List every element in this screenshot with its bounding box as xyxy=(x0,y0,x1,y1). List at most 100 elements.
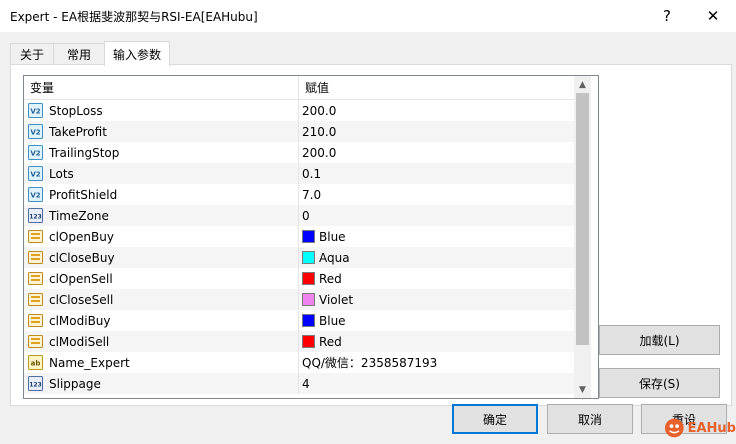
tab-inputs[interactable]: 输入参数 xyxy=(104,41,170,66)
color-value-icon xyxy=(28,271,43,286)
eahub-logo-icon xyxy=(664,418,684,438)
table-row[interactable]: 123 TimeZone 0 xyxy=(24,205,574,226)
parameter-value-cell[interactable]: Red xyxy=(299,331,574,352)
tab-about[interactable]: 关于 xyxy=(10,43,54,65)
svg-text:ab: ab xyxy=(31,360,41,368)
parameter-value-cell[interactable]: 200.0 xyxy=(299,100,574,121)
parameter-value-cell[interactable]: QQ/微信：2358587193 xyxy=(299,352,574,373)
parameter-value: 4 xyxy=(302,376,310,391)
parameter-name: clCloseBuy xyxy=(49,250,115,265)
parameter-name: clOpenSell xyxy=(49,271,113,286)
color-swatch xyxy=(302,230,315,243)
parameter-name-cell[interactable]: 123 Slippage xyxy=(24,373,298,394)
parameter-value: 210.0 xyxy=(302,124,337,139)
parameter-name: TimeZone xyxy=(49,208,109,223)
column-header-variable[interactable]: 变量 xyxy=(24,76,54,100)
table-row[interactable]: clCloseBuy Aqua xyxy=(24,247,574,268)
parameter-name-cell[interactable]: V2 ProfitShield xyxy=(24,184,298,205)
cancel-button[interactable]: 取消 xyxy=(547,404,633,434)
parameter-name: Name_Expert xyxy=(49,355,130,370)
table-row[interactable]: clOpenBuy Blue xyxy=(24,226,574,247)
svg-text:V2: V2 xyxy=(30,129,40,137)
parameter-name-cell[interactable]: clCloseSell xyxy=(24,289,298,310)
parameter-name: Lots xyxy=(49,166,74,181)
parameter-value-cell[interactable]: Blue xyxy=(299,226,574,247)
parameter-value-cell[interactable]: 0.1 xyxy=(299,163,574,184)
parameters-grid[interactable]: 变量 赋值 V2 StopLoss 200.0 V2 TakeProfit 210.0 V2… xyxy=(23,75,599,399)
color-swatch xyxy=(302,293,315,306)
scroll-thumb[interactable] xyxy=(576,93,589,345)
scroll-down-icon[interactable]: ▼ xyxy=(574,381,591,398)
scroll-up-icon[interactable]: ▲ xyxy=(574,76,591,93)
color-value-icon xyxy=(28,292,43,307)
parameter-name: Slippage xyxy=(49,376,101,391)
parameter-name: clModiBuy xyxy=(49,313,111,328)
parameter-value-cell[interactable]: 200.0 xyxy=(299,142,574,163)
table-row[interactable]: V2 ProfitShield 7.0 xyxy=(24,184,574,205)
eahub-watermark: EAHub xyxy=(664,415,736,441)
column-header-value[interactable]: 赋值 xyxy=(299,76,329,100)
parameter-value: 7.0 xyxy=(302,187,322,202)
table-row[interactable]: ab Name_Expert QQ/微信：2358587193 xyxy=(24,352,574,373)
tab-about-label: 关于 xyxy=(19,48,44,62)
parameter-name-cell[interactable]: V2 Lots xyxy=(24,163,298,184)
parameter-name-cell[interactable]: V2 TakeProfit xyxy=(24,121,298,142)
parameter-value: 0.1 xyxy=(302,166,322,181)
table-row[interactable]: clModiBuy Blue xyxy=(24,310,574,331)
parameter-value-cell[interactable]: Red xyxy=(299,268,574,289)
parameter-name-cell[interactable]: 123 TimeZone xyxy=(24,205,298,226)
ok-button[interactable]: 确定 xyxy=(452,404,538,434)
close-button[interactable]: ✕ xyxy=(690,0,736,32)
tab-inputs-label: 输入参数 xyxy=(112,47,161,62)
table-row[interactable]: clCloseSell Violet xyxy=(24,289,574,310)
parameter-name-cell[interactable]: clModiSell xyxy=(24,331,298,352)
save-button[interactable]: 保存(S) xyxy=(599,368,720,398)
color-value-icon xyxy=(28,334,43,349)
color-swatch xyxy=(302,272,315,285)
parameter-value: 0 xyxy=(302,208,310,223)
parameter-value-cell[interactable]: 7.0 xyxy=(299,184,574,205)
parameter-value-cell[interactable]: 0 xyxy=(299,205,574,226)
tab-common[interactable]: 常用 xyxy=(53,43,105,65)
parameter-value-cell[interactable]: Violet xyxy=(299,289,574,310)
parameter-name-cell[interactable]: clOpenSell xyxy=(24,268,298,289)
parameter-value: Red xyxy=(319,271,342,286)
parameter-name-cell[interactable]: clModiBuy xyxy=(24,310,298,331)
help-button[interactable]: ? xyxy=(644,0,690,32)
svg-text:123: 123 xyxy=(29,214,42,221)
table-row[interactable]: V2 Lots 0.1 xyxy=(24,163,574,184)
parameter-name: clOpenBuy xyxy=(49,229,114,244)
parameter-name: clCloseSell xyxy=(49,292,114,307)
parameter-value-cell[interactable]: 4 xyxy=(299,373,574,394)
parameter-name-cell[interactable]: V2 TrailingStop xyxy=(24,142,298,163)
color-value-icon xyxy=(28,313,43,328)
parameter-value: QQ/微信：2358587193 xyxy=(302,356,438,370)
parameter-name: clModiSell xyxy=(49,334,110,349)
table-row[interactable]: clModiSell Red xyxy=(24,331,574,352)
help-icon: ? xyxy=(663,7,671,25)
parameter-value-cell[interactable]: 210.0 xyxy=(299,121,574,142)
parameter-value-cell[interactable]: Blue xyxy=(299,310,574,331)
parameter-name: StopLoss xyxy=(49,103,103,118)
tab-common-label: 常用 xyxy=(66,48,91,62)
watermark-text: EAHub xyxy=(687,420,736,436)
table-row[interactable]: V2 StopLoss 200.0 xyxy=(24,100,574,121)
double-value-icon: V2 xyxy=(28,187,43,202)
table-row[interactable]: clOpenSell Red xyxy=(24,268,574,289)
parameter-name-cell[interactable]: clOpenBuy xyxy=(24,226,298,247)
parameter-value-cell[interactable]: Aqua xyxy=(299,247,574,268)
table-row[interactable]: V2 TakeProfit 210.0 xyxy=(24,121,574,142)
load-button[interactable]: 加载(L) xyxy=(599,325,720,355)
integer-value-icon: 123 xyxy=(28,208,43,223)
parameter-value: 200.0 xyxy=(302,145,337,160)
parameter-name-cell[interactable]: ab Name_Expert xyxy=(24,352,298,373)
svg-text:V2: V2 xyxy=(30,171,40,179)
parameter-name-cell[interactable]: V2 StopLoss xyxy=(24,100,298,121)
vertical-scrollbar[interactable]: ▲ ▼ xyxy=(574,76,591,398)
parameter-value: Aqua xyxy=(319,250,350,265)
parameter-name-cell[interactable]: clCloseBuy xyxy=(24,247,298,268)
table-row[interactable]: V2 TrailingStop 200.0 xyxy=(24,142,574,163)
table-row[interactable]: 123 Slippage 4 xyxy=(24,373,574,394)
title-bar: Expert - EA根据斐波那契与RSI-EA[EAHubu] ? ✕ xyxy=(0,0,736,32)
svg-text:V2: V2 xyxy=(30,108,40,116)
